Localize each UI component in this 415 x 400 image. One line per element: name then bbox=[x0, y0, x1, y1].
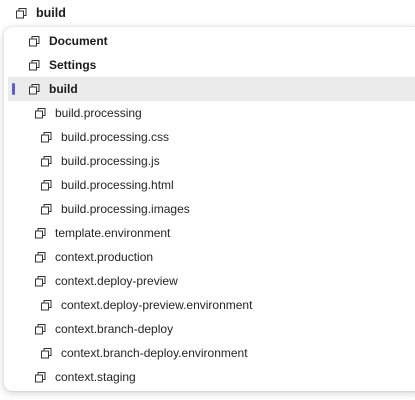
menu-item-label: context.branch-deploy bbox=[55, 322, 174, 336]
window-restore-icon bbox=[41, 156, 52, 167]
menu-item-label: Settings bbox=[49, 58, 97, 72]
window-restore-icon bbox=[35, 276, 46, 287]
menu-item-label: context.deploy-preview.environment bbox=[61, 298, 253, 312]
menu-item-label: context.production bbox=[55, 250, 154, 264]
window-restore-icon bbox=[16, 8, 27, 19]
menu-item-build-processing-images[interactable]: build.processing.images bbox=[8, 197, 415, 221]
menu-item-label: build.processing.js bbox=[61, 154, 160, 168]
menu-item-label: template.environment bbox=[55, 226, 171, 240]
menu-item-label: Document bbox=[49, 34, 108, 48]
menu-item-label: context.branch-deploy.environment bbox=[61, 346, 248, 360]
menu-item-build-processing[interactable]: build.processing bbox=[8, 101, 415, 125]
menu-item-label: build bbox=[49, 82, 78, 96]
menu-item-context-deploy-preview[interactable]: context.deploy-preview bbox=[8, 269, 415, 293]
window-restore-icon bbox=[29, 84, 40, 95]
window-restore-icon bbox=[41, 348, 52, 359]
window-restore-icon bbox=[35, 324, 46, 335]
window-restore-icon bbox=[35, 252, 46, 263]
menu-item-settings[interactable]: Settings bbox=[8, 53, 415, 77]
window-restore-icon bbox=[35, 108, 46, 119]
menu-item-context-production[interactable]: context.production bbox=[8, 245, 415, 269]
window-restore-icon bbox=[41, 204, 52, 215]
menu-item-context-deploy-preview-environment[interactable]: context.deploy-preview.environment bbox=[8, 293, 415, 317]
menu-item-label: build.processing.css bbox=[61, 130, 170, 144]
menu-item-label: build.processing bbox=[55, 106, 142, 120]
menu-item-build-processing-js[interactable]: build.processing.js bbox=[8, 149, 415, 173]
menu-item-context-staging[interactable]: context.staging bbox=[8, 365, 415, 389]
dropdown-menu: Document Settings build build.processing… bbox=[4, 27, 415, 391]
menu-item-document[interactable]: Document bbox=[8, 29, 415, 53]
menu-item-label: build.processing.html bbox=[61, 178, 174, 192]
menu-item-label: build.processing.images bbox=[61, 202, 190, 216]
window-restore-icon bbox=[41, 132, 52, 143]
header-title: build bbox=[36, 6, 66, 20]
menu-item-build[interactable]: build bbox=[8, 77, 415, 101]
menu-item-label: context.deploy-preview bbox=[55, 274, 178, 288]
selector-header[interactable]: build bbox=[0, 0, 415, 26]
window-restore-icon bbox=[35, 372, 46, 383]
window-restore-icon bbox=[41, 300, 52, 311]
window-restore-icon bbox=[41, 180, 52, 191]
window-restore-icon bbox=[29, 36, 40, 47]
menu-item-template-environment[interactable]: template.environment bbox=[8, 221, 415, 245]
window-restore-icon bbox=[35, 228, 46, 239]
menu-item-context-branch-deploy-environment[interactable]: context.branch-deploy.environment bbox=[8, 341, 415, 365]
menu-item-label: context.staging bbox=[55, 370, 136, 384]
menu-item-context-branch-deploy[interactable]: context.branch-deploy bbox=[8, 317, 415, 341]
window-restore-icon bbox=[29, 60, 40, 71]
selection-indicator bbox=[12, 83, 15, 95]
menu-item-build-processing-html[interactable]: build.processing.html bbox=[8, 173, 415, 197]
menu-item-build-processing-css[interactable]: build.processing.css bbox=[8, 125, 415, 149]
